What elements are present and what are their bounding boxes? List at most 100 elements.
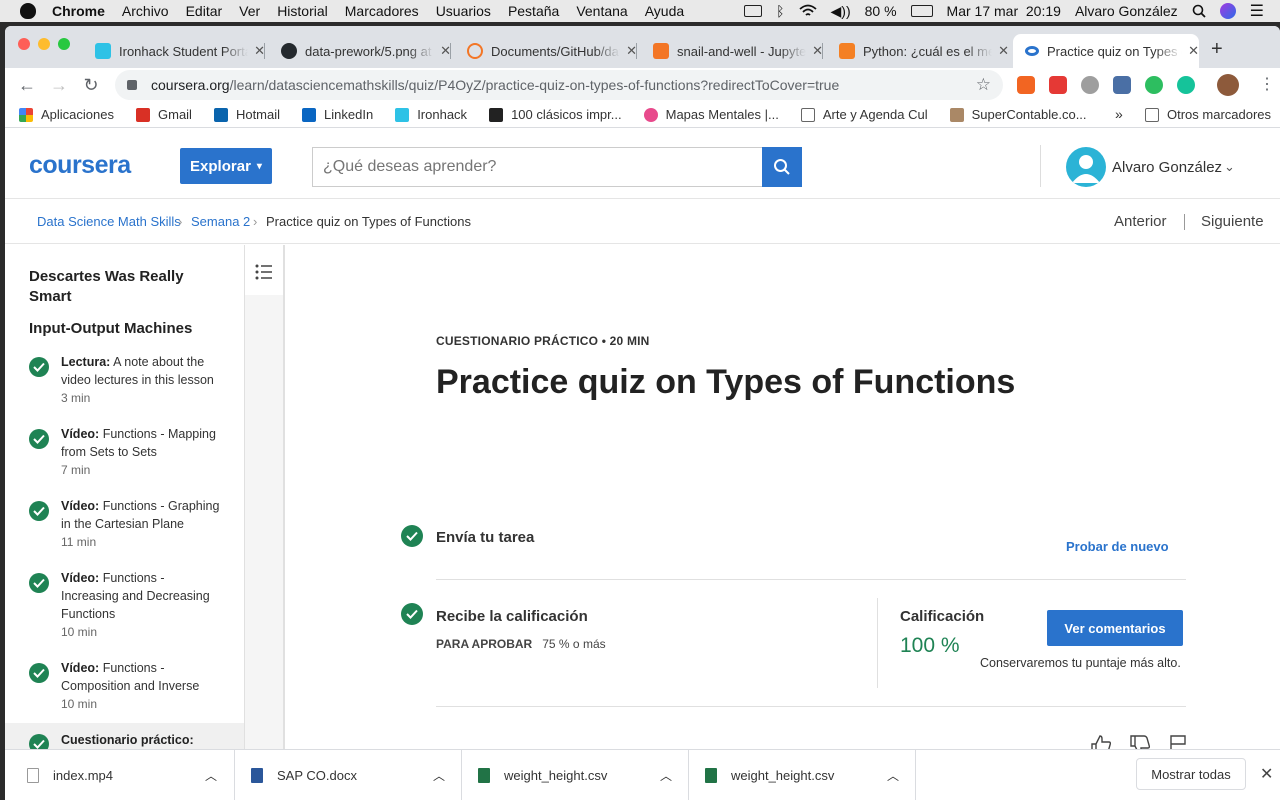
back-icon[interactable]: ← xyxy=(11,75,43,96)
siri-icon[interactable] xyxy=(1219,3,1236,19)
close-downloads-icon[interactable]: ✕ xyxy=(1260,764,1273,784)
maximize-window-button[interactable] xyxy=(58,38,70,50)
bookmark-otros[interactable]: Otros marcadores xyxy=(1145,107,1271,122)
apple-icon[interactable] xyxy=(20,3,36,19)
close-window-button[interactable] xyxy=(18,38,30,50)
item-kind: Vídeo: xyxy=(61,427,100,441)
chrome-menu-icon[interactable]: ⋮ xyxy=(1259,74,1275,94)
airplay-icon[interactable] xyxy=(744,5,763,17)
user-avatar[interactable] xyxy=(1066,147,1106,187)
download-item[interactable]: SAP CO.docx ︿ xyxy=(235,750,462,800)
bookmark-ironhack[interactable]: Ironhack xyxy=(395,107,467,122)
tab-ironhack[interactable]: Ironhack Student Portal ✕ xyxy=(83,34,265,68)
grammarly-icon[interactable] xyxy=(1177,76,1195,94)
spotlight-search-icon[interactable] xyxy=(1192,4,1206,18)
address-bar[interactable]: coursera.org /learn/datasciencemathskill… xyxy=(115,70,1003,100)
close-tab-icon[interactable]: ✕ xyxy=(998,43,1009,59)
tab-github[interactable]: data-prework/5.png at master ✕ xyxy=(269,34,451,68)
menu-app-name[interactable]: Chrome xyxy=(52,3,105,19)
profile-avatar-icon[interactable] xyxy=(1217,74,1239,96)
thumbs-down-icon[interactable] xyxy=(1129,734,1151,749)
next-link[interactable]: Siguiente xyxy=(1201,213,1264,230)
sidebar-item-note[interactable]: Lectura: A note about the video lectures… xyxy=(29,353,239,423)
retry-link[interactable]: Probar de nuevo xyxy=(1066,539,1169,554)
sidebar-item-mapping[interactable]: Vídeo: Functions - Mapping from Sets to … xyxy=(29,425,239,495)
lesson-sidebar: Descartes Was Really Smart Input-Output … xyxy=(5,245,245,749)
view-feedback-button[interactable]: Ver comentarios xyxy=(1047,610,1183,646)
bookmark-arte-agenda[interactable]: Arte y Agenda Cul xyxy=(800,107,928,122)
menu-ayuda[interactable]: Ayuda xyxy=(645,3,684,19)
evernote-icon[interactable] xyxy=(1145,76,1163,94)
close-tab-icon[interactable]: ✕ xyxy=(1188,43,1199,59)
previous-link[interactable]: Anterior xyxy=(1114,213,1167,230)
receive-grade-label: Recibe la calificación xyxy=(436,608,588,625)
menu-marcadores[interactable]: Marcadores xyxy=(345,3,419,19)
tab-jupyter-notebook[interactable]: snail-and-well - Jupyter ✕ xyxy=(641,34,823,68)
chevron-up-icon[interactable]: ︿ xyxy=(660,767,672,784)
minimize-window-button[interactable] xyxy=(38,38,50,50)
menu-ventana[interactable]: Ventana xyxy=(576,3,627,19)
thumbs-up-icon[interactable] xyxy=(1090,734,1112,749)
chevron-up-icon[interactable]: ︿ xyxy=(433,767,445,784)
explore-button[interactable]: Explorar ▾ xyxy=(180,148,272,184)
bookmark-gmail[interactable]: Gmail xyxy=(136,107,192,122)
menu-ver[interactable]: Ver xyxy=(239,3,260,19)
sidebar-item-graphing[interactable]: Vídeo: Functions - Graphing in the Carte… xyxy=(29,497,239,567)
sidebar-section-title[interactable]: Descartes Was Really Smart xyxy=(29,267,199,307)
extension-skype-icon[interactable] xyxy=(1081,76,1099,94)
show-all-downloads-button[interactable]: Mostrar todas xyxy=(1136,758,1246,790)
download-item[interactable]: weight_height.csv ︿ xyxy=(462,750,689,800)
bookmark-supercontable[interactable]: SuperContable.co... xyxy=(949,107,1087,122)
extension-chart-icon[interactable] xyxy=(1017,76,1035,94)
sidebar-section-title[interactable]: Input-Output Machines xyxy=(29,319,192,339)
bookmark-apps[interactable]: Aplicaciones xyxy=(19,107,114,122)
user-menu-chevron-icon[interactable]: ⌄ xyxy=(1224,159,1235,175)
outline-toggle-button[interactable] xyxy=(245,245,283,295)
breadcrumb-week[interactable]: Semana 2 xyxy=(191,214,250,229)
clock[interactable]: Mar 17 mar 20:19 xyxy=(947,3,1061,19)
menu-editar[interactable]: Editar xyxy=(186,3,223,19)
tab-stackoverflow[interactable]: Python: ¿cuál es el mejor ✕ xyxy=(827,34,1009,68)
download-filename: index.mp4 xyxy=(53,768,113,783)
search-button[interactable] xyxy=(762,147,802,187)
chevron-up-icon[interactable]: ︿ xyxy=(887,767,899,784)
bookmark-100-clasicos[interactable]: 100 clásicos impr... xyxy=(489,107,622,122)
extension-calendar-icon[interactable] xyxy=(1049,76,1067,94)
search-input[interactable] xyxy=(312,147,762,187)
extension-image-icon[interactable] xyxy=(1113,76,1131,94)
tab-coursera-active[interactable]: Practice quiz on Types of Functions ✕ xyxy=(1013,34,1199,68)
user-name[interactable]: Alvaro González xyxy=(1112,159,1222,176)
menu-pestana[interactable]: Pestaña xyxy=(508,3,559,19)
flag-icon[interactable] xyxy=(1168,734,1188,749)
download-item[interactable]: index.mp4 ︿ xyxy=(5,750,235,800)
sidebar-item-current-quiz[interactable]: Cuestionario práctico: xyxy=(5,723,244,749)
tab-jupyter-docs[interactable]: Documents/GitHub/data ✕ xyxy=(455,34,637,68)
grade-label: Calificación xyxy=(900,608,985,625)
pass-requirement: PARA APROBAR 75 % o más xyxy=(436,637,606,651)
bookmark-mapas-mentales[interactable]: Mapas Mentales |... xyxy=(643,107,779,122)
new-tab-button[interactable]: + xyxy=(1211,38,1223,61)
bookmark-label: Otros marcadores xyxy=(1167,107,1272,122)
bookmark-hotmail[interactable]: Hotmail xyxy=(213,107,280,122)
forward-icon[interactable]: → xyxy=(43,75,75,96)
battery-icon[interactable] xyxy=(910,5,933,17)
bookmark-linkedin[interactable]: LinkedIn xyxy=(302,107,373,122)
menubar-user[interactable]: Alvaro González xyxy=(1075,3,1178,19)
menu-archivo[interactable]: Archivo xyxy=(122,3,169,19)
menu-usuarios[interactable]: Usuarios xyxy=(436,3,491,19)
menu-historial[interactable]: Historial xyxy=(277,3,328,19)
chevron-up-icon[interactable]: ︿ xyxy=(205,767,217,784)
item-duration: 10 min xyxy=(61,697,98,711)
download-item[interactable]: weight_height.csv ︿ xyxy=(689,750,916,800)
sidebar-item-increasing[interactable]: Vídeo: Functions - Increasing and Decrea… xyxy=(29,569,239,657)
bluetooth-icon[interactable]: ᛒ xyxy=(776,3,784,19)
notification-center-icon[interactable]: ☰ xyxy=(1250,1,1264,21)
more-bookmarks-chevron-icon[interactable]: » xyxy=(1115,106,1123,122)
reload-icon[interactable]: ↻ xyxy=(75,75,107,96)
bookmark-star-icon[interactable]: ☆ xyxy=(976,75,991,95)
breadcrumb-course[interactable]: Data Science Math Skills xyxy=(37,214,181,229)
wifi-icon[interactable] xyxy=(798,4,817,18)
sidebar-item-composition[interactable]: Vídeo: Functions - Composition and Inver… xyxy=(29,659,239,729)
volume-icon[interactable]: ◀)) xyxy=(831,3,851,20)
coursera-logo[interactable]: coursera xyxy=(29,151,131,180)
